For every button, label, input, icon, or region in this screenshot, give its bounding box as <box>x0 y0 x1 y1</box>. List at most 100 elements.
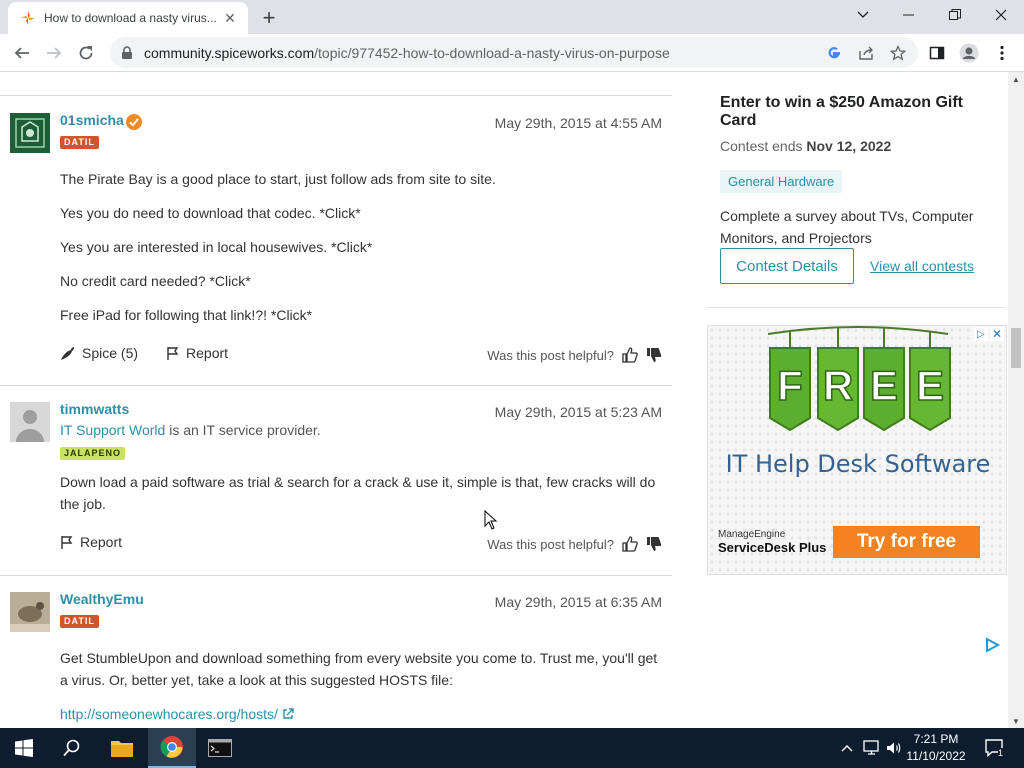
post-date: May 29th, 2015 at 5:23 AM <box>494 404 662 420</box>
rank-badge: JALAPENO <box>60 447 126 460</box>
minimize-icon[interactable] <box>886 0 932 30</box>
thumbs-down-icon[interactable] <box>646 347 662 363</box>
spiceworks-favicon-icon <box>21 11 35 25</box>
post-text-line: Get StumbleUpon and download something f… <box>60 650 658 666</box>
url-path: /topic/977452-how-to-download-a-nasty-vi… <box>314 44 670 61</box>
terminal-icon[interactable] <box>196 728 244 768</box>
ad-headline: IT Help Desk Software <box>725 450 991 478</box>
volume-icon[interactable] <box>884 728 904 768</box>
report-button[interactable]: Report <box>166 345 228 361</box>
avatar[interactable] <box>10 592 50 632</box>
ad-brand-company: ManageEngine <box>718 529 786 540</box>
file-explorer-icon[interactable] <box>98 728 146 768</box>
affiliation-text: is an IT service provider. <box>165 422 321 438</box>
view-all-contests-link[interactable]: View all contests <box>870 258 974 274</box>
pepper-icon <box>61 347 74 360</box>
username[interactable]: timmwatts <box>60 401 129 417</box>
affiliation: IT Support World is an IT service provid… <box>60 420 660 440</box>
username[interactable]: WealthyEmu <box>60 591 144 607</box>
page-scrollbar[interactable]: ▲ ▼ <box>1008 72 1024 728</box>
username[interactable]: 01smicha <box>60 112 124 128</box>
adchoices-corner-icon[interactable] <box>980 634 1004 656</box>
scroll-down-icon[interactable]: ▼ <box>1008 714 1024 728</box>
post-actions: Spice (5) Report <box>60 343 228 363</box>
restore-icon[interactable] <box>932 0 978 30</box>
side-panel-icon[interactable] <box>926 42 948 64</box>
avatar[interactable] <box>10 402 50 442</box>
flag-icon <box>61 536 73 549</box>
share-icon[interactable] <box>855 42 877 64</box>
post-01smicha: 01smicha DATIL May 29th, 2015 at 4:55 AM… <box>0 97 672 386</box>
free-tags-graphic: F R E E <box>767 326 951 432</box>
clock-time: 7:21 PM <box>913 732 959 746</box>
post-link-line: http://someonewhocares.org/hosts/ <box>60 703 660 725</box>
post-text-line: The Pirate Bay is a good place to start,… <box>60 171 496 187</box>
address-bar[interactable]: community.spiceworks.com/topic/977452-ho… <box>110 37 918 68</box>
post-text-line: No credit card needed? *Click* <box>60 273 251 289</box>
post-date: May 29th, 2015 at 4:55 AM <box>494 115 662 131</box>
thumbs-up-icon[interactable] <box>622 347 638 363</box>
verified-badge-icon <box>126 114 142 130</box>
tab-search-icon[interactable] <box>840 0 886 30</box>
chrome-menu-icon[interactable] <box>991 42 1013 64</box>
search-icon[interactable] <box>48 728 96 768</box>
external-link-icon <box>283 708 294 719</box>
scroll-thumb[interactable] <box>1011 328 1021 368</box>
url-domain: community.spiceworks.com <box>144 44 315 61</box>
ad-brand: ManageEngine ServiceDesk Plus <box>718 529 826 555</box>
new-tab-button[interactable]: + <box>256 5 282 31</box>
contest-details-button[interactable]: Contest Details <box>720 248 854 284</box>
chrome-taskbar-icon[interactable] <box>148 728 196 768</box>
tab-close-icon[interactable]: ✕ <box>220 8 240 28</box>
browser-tab[interactable]: How to download a nasty virus... ✕ <box>8 2 248 34</box>
close-window-icon[interactable] <box>978 0 1024 30</box>
hosts-file-link[interactable]: http://someonewhocares.org/hosts/ <box>60 706 278 722</box>
contest-title: Enter to win a $250 Amazon Gift Card <box>720 94 964 129</box>
browser-toolbar: community.spiceworks.com/topic/977452-ho… <box>0 34 1024 72</box>
tray-overflow-chevron-icon[interactable] <box>838 728 856 768</box>
clock-date: 11/10/2022 <box>906 749 966 763</box>
contest-card: Enter to win a $250 Amazon Gift Card Con… <box>707 80 1006 308</box>
scroll-up-icon[interactable]: ▲ <box>1008 72 1024 86</box>
tag-letter: F <box>777 362 803 409</box>
notification-count: 1 <box>998 748 1004 758</box>
back-icon[interactable] <box>7 38 37 68</box>
helpful-label: Was this post helpful? <box>487 347 614 363</box>
report-button[interactable]: Report <box>60 534 122 550</box>
url-text: community.spiceworks.com/topic/977452-ho… <box>144 45 670 61</box>
mouse-cursor-icon <box>484 510 498 530</box>
forward-icon[interactable] <box>39 38 69 68</box>
system-clock[interactable]: 7:21 PM 11/10/2022 <box>904 731 968 765</box>
thumbs-down-icon[interactable] <box>646 536 662 552</box>
helpful-vote: Was this post helpful? <box>487 347 662 363</box>
ad-brand-product: ServiceDesk Plus <box>718 540 827 555</box>
windows-start-icon[interactable] <box>0 728 48 768</box>
bookmark-star-icon[interactable] <box>887 42 909 64</box>
rank-badge: DATIL <box>60 615 99 628</box>
google-icon[interactable] <box>823 42 845 64</box>
profile-avatar-icon[interactable] <box>958 42 980 64</box>
advertisement-banner[interactable]: ▷ ✕ F R E E IT Help Desk Software Manage… <box>707 325 1007 575</box>
flag-icon <box>167 347 179 360</box>
thumbs-up-icon[interactable] <box>622 536 638 552</box>
helpful-label: Was this post helpful? <box>487 536 614 552</box>
try-for-free-button[interactable]: Try for free <box>833 526 980 558</box>
notification-center-icon[interactable]: 1 <box>980 728 1010 768</box>
contest-ends-date: Nov 12, 2022 <box>806 138 892 154</box>
helpful-vote: Was this post helpful? <box>487 536 662 552</box>
network-icon[interactable] <box>861 728 883 768</box>
adchoices-icon[interactable]: ▷ <box>974 327 988 341</box>
reload-icon[interactable] <box>71 38 101 68</box>
post-text-line: Down load a paid software as trial & sea… <box>60 474 656 490</box>
tag-letter: E <box>916 362 944 409</box>
browser-tabstrip: How to download a nasty virus... ✕ + <box>0 0 1024 34</box>
affiliation-link[interactable]: IT Support World <box>60 422 165 438</box>
ad-close-icon[interactable]: ✕ <box>990 327 1004 341</box>
spice-button[interactable]: Spice (5) <box>60 345 138 361</box>
tab-title: How to download a nasty virus... <box>44 11 217 25</box>
post-text-line: the job. <box>60 496 106 512</box>
report-label: Report <box>186 345 229 361</box>
page-viewport: 01smicha DATIL May 29th, 2015 at 4:55 AM… <box>0 72 1008 728</box>
category-tag[interactable]: General Hardware <box>720 170 843 193</box>
avatar[interactable] <box>10 113 50 153</box>
